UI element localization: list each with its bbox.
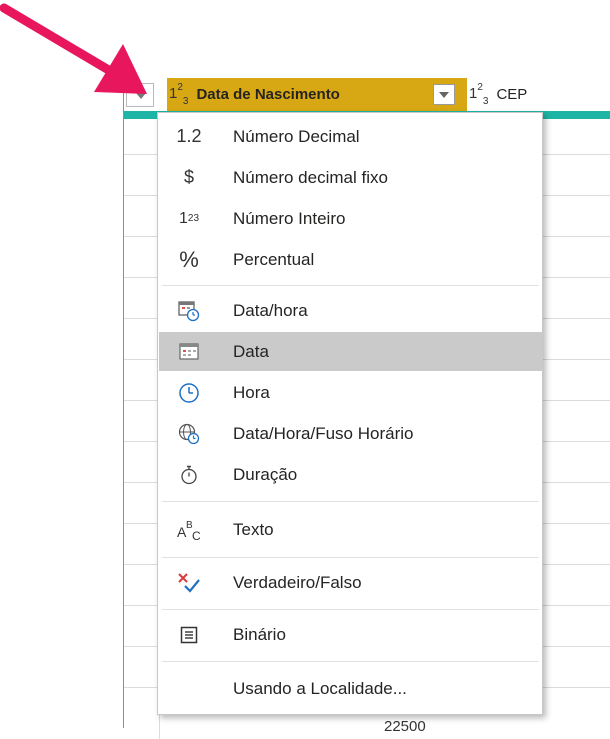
menu-item-label: Número Inteiro xyxy=(233,208,346,228)
menu-item-label: Percentual xyxy=(233,249,315,269)
whole-number-type-icon[interactable]: 123 xyxy=(469,82,488,107)
menu-item-hora[interactable]: Hora xyxy=(159,373,543,412)
menu-item-label: Data xyxy=(233,341,269,361)
chevron-down-icon xyxy=(439,92,449,98)
menu-item-percentual[interactable]: % Percentual xyxy=(159,240,543,279)
change-type-menu: 1.2 Número Decimal $ Número decimal fixo… xyxy=(157,112,543,715)
decimal-number-icon: 1.2 xyxy=(176,126,202,146)
menu-item-numero-decimal-fixo[interactable]: $ Número decimal fixo xyxy=(159,158,543,197)
column-name: CEP xyxy=(496,86,528,103)
menu-item-label: Usando a Localidade... xyxy=(233,678,407,698)
binary-icon xyxy=(159,626,219,644)
menu-separator xyxy=(162,501,539,502)
menu-item-binario[interactable]: Binário xyxy=(159,615,543,654)
column-header-row: 123 Data de Nascimento 123 CEP xyxy=(124,78,610,112)
menu-item-label: Verdadeiro/Falso xyxy=(233,572,362,592)
column-header-cep[interactable]: 123 CEP xyxy=(467,78,610,111)
menu-item-label: Texto xyxy=(233,519,274,539)
menu-separator xyxy=(162,557,539,558)
menu-item-data[interactable]: Data xyxy=(159,332,543,371)
menu-item-label: Data/Hora/Fuso Horário xyxy=(233,423,414,443)
menu-item-label: Número Decimal xyxy=(233,126,360,146)
menu-item-label: Binário xyxy=(233,624,286,644)
whole-number-icon: 123 xyxy=(178,209,200,227)
calendar-icon xyxy=(159,342,219,361)
text-abc-icon: A B C xyxy=(159,518,219,542)
clock-icon xyxy=(159,382,219,404)
column-filter-button[interactable] xyxy=(433,84,455,105)
menu-item-usando-a-localidade[interactable]: Usando a Localidade... xyxy=(159,669,543,708)
percent-icon: % xyxy=(179,246,199,272)
menu-item-label: Duração xyxy=(233,464,298,484)
datetime-icon xyxy=(159,300,219,322)
whole-number-type-icon[interactable]: 123 xyxy=(169,82,188,107)
svg-text:C: C xyxy=(192,529,201,542)
menu-item-verdadeiro-falso[interactable]: Verdadeiro/Falso xyxy=(159,563,543,602)
menu-item-duracao[interactable]: Duração xyxy=(159,455,543,494)
column-header-data-de-nascimento[interactable]: 123 Data de Nascimento xyxy=(167,78,467,111)
menu-item-numero-inteiro[interactable]: 123 Número Inteiro xyxy=(159,199,543,238)
menu-item-label: Data/hora xyxy=(233,300,308,320)
menu-separator xyxy=(162,609,539,610)
globe-clock-icon xyxy=(159,423,219,445)
menu-item-label: Número decimal fixo xyxy=(233,167,388,187)
dollar-icon: $ xyxy=(183,167,194,187)
menu-separator xyxy=(162,661,539,662)
column-name: Data de Nascimento xyxy=(196,86,340,103)
menu-item-numero-decimal[interactable]: 1.2 Número Decimal xyxy=(159,117,543,156)
menu-item-data-hora[interactable]: Data/hora xyxy=(159,291,543,330)
menu-item-data-hora-fuso-horario[interactable]: Data/Hora/Fuso Horário xyxy=(159,414,543,453)
true-false-icon xyxy=(159,572,219,594)
menu-item-label: Hora xyxy=(233,382,270,402)
table-cell[interactable]: 22500 xyxy=(384,718,426,735)
menu-item-texto[interactable]: A B C Texto xyxy=(159,510,543,549)
pointer-arrow xyxy=(0,3,147,94)
menu-separator xyxy=(162,285,539,286)
stopwatch-icon xyxy=(159,464,219,486)
